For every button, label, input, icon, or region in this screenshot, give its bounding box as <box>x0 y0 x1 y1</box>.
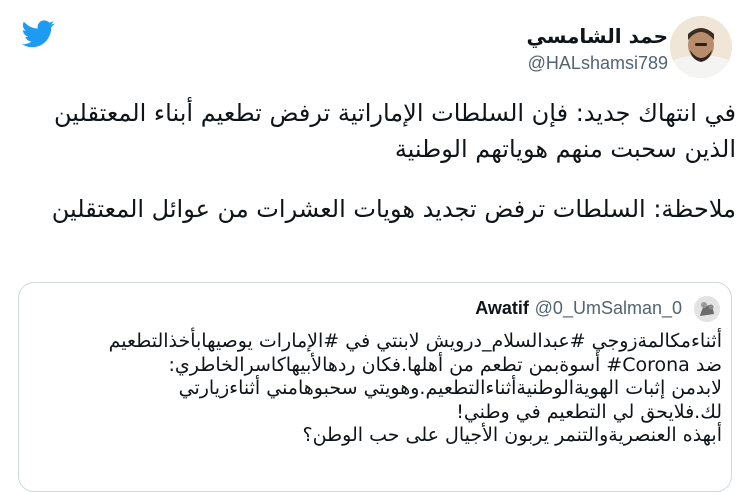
tweet-paragraph: ملاحظة: السلطات ترفض تجديد هويات العشرات… <box>51 195 736 223</box>
tweet-paragraph: في انتهاك جديد: فإن السلطات الإماراتية ت… <box>53 99 736 163</box>
quoted-avatar[interactable] <box>694 296 720 322</box>
quoted-avatar-image <box>694 296 720 322</box>
author-handle[interactable]: @HALshamsi789 <box>528 53 668 74</box>
quoted-author-handle[interactable]: @0_UmSalman_0 <box>535 298 682 318</box>
author-avatar[interactable] <box>670 16 732 78</box>
quoted-line: لك.فلايحق لي التطعيم في وطني! <box>456 400 722 423</box>
quoted-author-name[interactable]: Awatif <box>475 298 529 318</box>
quoted-line: ضد Corona# أسوةبمن تطعم من أهلها.فكان رد… <box>168 353 723 376</box>
author-photo <box>670 16 732 78</box>
quoted-header: Awatif @0_UmSalman_0 <box>475 296 686 321</box>
twitter-bird-icon[interactable] <box>22 20 55 48</box>
quoted-line: لابدمن إثبات الهويةالوطنيةأثناءالتطعيم.و… <box>178 377 722 400</box>
author-name[interactable]: حمد الشامسي <box>526 24 668 48</box>
quoted-line: أثناءمكالمةزوجي #عبدالسلام_درويش لابنتي … <box>108 330 722 352</box>
quoted-tweet-text: أثناءمكالمةزوجي #عبدالسلام_درويش لابنتي … <box>22 330 722 448</box>
quoted-line: أبهذه العنصريةوالتنمر يربون الأجيال على … <box>302 424 722 447</box>
tweet-text: في انتهاك جديد: فإن السلطات الإماراتية ت… <box>6 95 736 227</box>
